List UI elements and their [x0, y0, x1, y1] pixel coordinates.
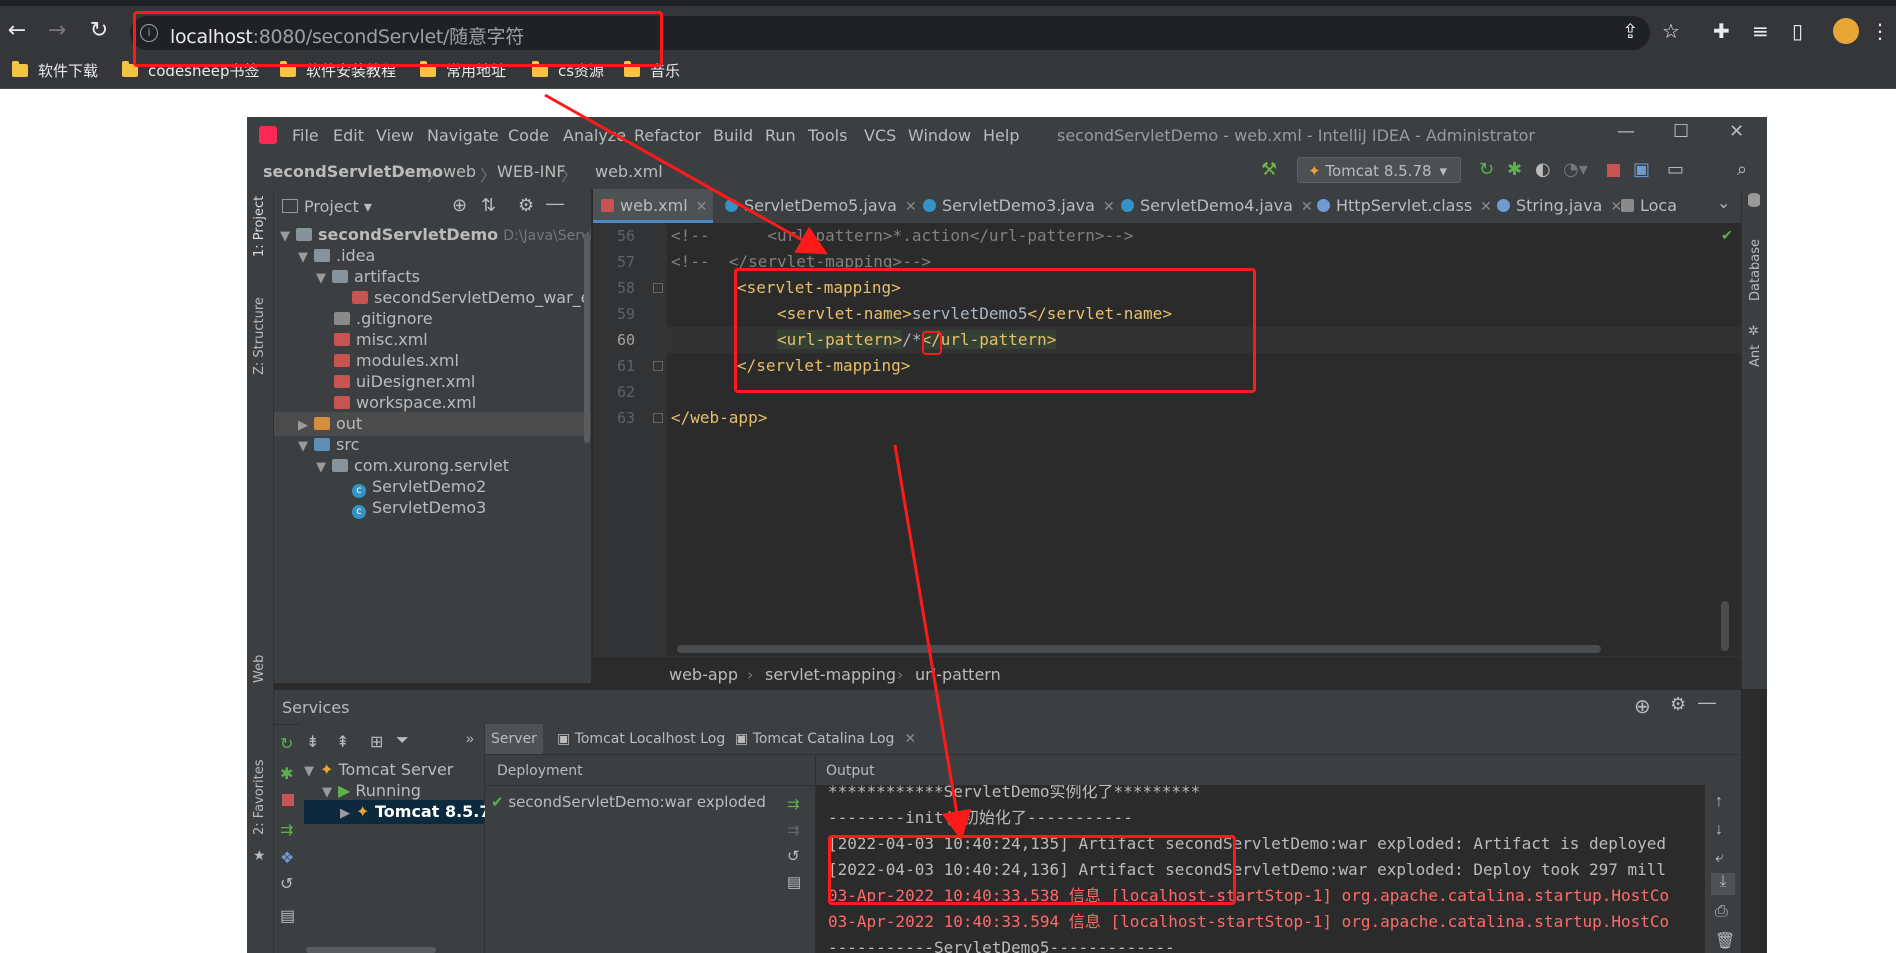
annotation-arrows	[544, 93, 972, 841]
arrow-code-to-output	[893, 444, 972, 841]
arrow-url-to-code	[544, 93, 828, 255]
